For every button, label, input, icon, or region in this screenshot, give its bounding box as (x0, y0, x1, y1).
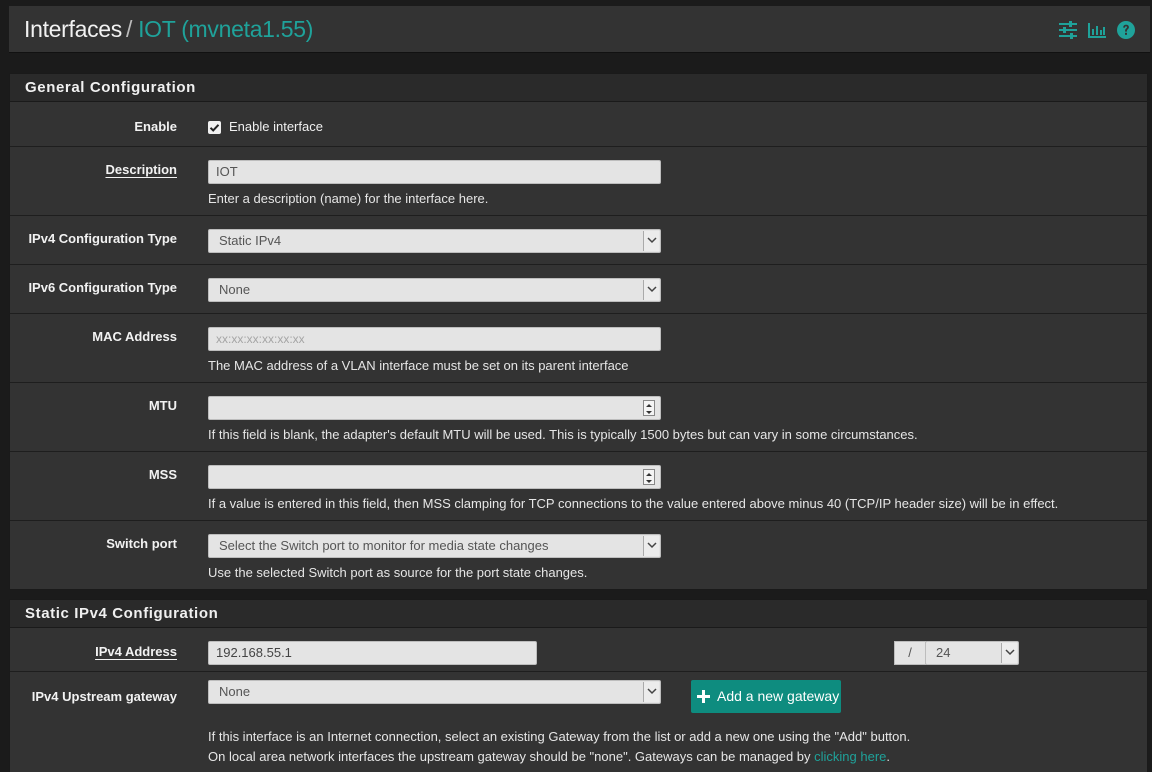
chevron-down-icon (1001, 643, 1017, 663)
row-mss: MSS If a value is entered in this field,… (10, 452, 1147, 521)
chevron-down-icon (643, 280, 659, 300)
row-ipv4-gateway: IPv4 Upstream gateway None Add a new gat… (10, 672, 1147, 772)
mss-input[interactable] (208, 465, 661, 489)
ipv4-gateway-value: None (219, 684, 251, 699)
ipv6-type-value: None (219, 282, 251, 297)
panel-title: Static IPv4 Configuration (10, 600, 1147, 628)
page-header: Interfaces / IOT (mvneta1.55) (9, 6, 1150, 53)
mac-address-input[interactable]: xx:xx:xx:xx:xx:xx (208, 327, 661, 351)
mss-control: If a value is entered in this field, the… (208, 452, 1147, 520)
ipv4-type-control: Static IPv4 (208, 216, 1147, 264)
row-switch-port: Switch port Select the Switch port to mo… (10, 521, 1147, 589)
ipv4-gateway-control: None Add a new gateway If this interface… (208, 672, 1147, 772)
ipv4-gateway-help-2-suffix: . (886, 749, 891, 764)
panel-title: General Configuration (10, 74, 1147, 102)
chevron-down-icon (643, 231, 659, 251)
general-configuration-panel: General Configuration Enable Enable inte… (9, 73, 1148, 590)
sliders-icon[interactable] (1058, 20, 1078, 40)
enable-checkbox[interactable] (208, 121, 221, 134)
ipv4-gateway-help-2-prefix: On local area network interfaces the ups… (208, 749, 815, 764)
switch-port-select[interactable]: Select the Switch port to monitor for me… (208, 534, 661, 558)
switch-port-label: Switch port (106, 536, 177, 551)
description-control: IOT Enter a description (name) for the i… (208, 147, 1147, 215)
chevron-down-icon (643, 536, 659, 556)
ipv4-address-input[interactable]: 192.168.55.1 (208, 641, 537, 665)
checkmark-icon (209, 124, 220, 132)
description-help: Enter a description (name) for the inter… (208, 191, 489, 206)
bar-chart-icon[interactable] (1087, 20, 1107, 40)
ipv4-gateway-label: IPv4 Upstream gateway (31, 689, 177, 704)
ipv6-type-label: IPv6 Configuration Type (28, 280, 177, 295)
mtu-input[interactable] (208, 396, 661, 420)
breadcrumb-interfaces[interactable]: Interfaces (24, 16, 122, 42)
header-icons (1058, 20, 1136, 40)
manage-gateways-link[interactable]: clicking here (814, 749, 886, 764)
enable-label: Enable (134, 119, 177, 134)
static-ipv4-panel: Static IPv4 Configuration IPv4 Address 1… (9, 599, 1148, 772)
switch-port-help: Use the selected Switch port as source f… (208, 565, 588, 580)
mss-help: If a value is entered in this field, the… (208, 496, 1059, 511)
ipv4-gateway-help-2: On local area network interfaces the ups… (208, 749, 890, 764)
chevron-down-icon (643, 682, 659, 702)
row-enable: Enable Enable interface (10, 102, 1147, 147)
description-label[interactable]: Description (105, 162, 177, 177)
row-mac-address: MAC Address xx:xx:xx:xx:xx:xx The MAC ad… (10, 314, 1147, 383)
mac-address-help: The MAC address of a VLAN interface must… (208, 358, 629, 373)
enable-checkbox-label[interactable]: Enable interface (229, 119, 323, 134)
ipv6-type-select[interactable]: None (208, 278, 661, 302)
plus-icon (697, 690, 710, 703)
ipv4-address-label[interactable]: IPv4 Address (95, 644, 177, 659)
ipv4-gateway-help-1: If this interface is an Internet connect… (208, 729, 911, 744)
breadcrumb-current[interactable]: IOT (mvneta1.55) (138, 16, 313, 42)
ipv4-gateway-select[interactable]: None (208, 680, 661, 704)
add-gateway-label: Add a new gateway (717, 688, 840, 704)
mac-address-label: MAC Address (92, 329, 177, 344)
cidr-value: 24 (936, 645, 951, 660)
breadcrumb-separator: / (126, 16, 133, 42)
description-input[interactable]: IOT (208, 160, 661, 184)
ipv6-type-control: None (208, 265, 1147, 313)
add-gateway-button[interactable]: Add a new gateway (691, 680, 841, 713)
breadcrumb: Interfaces / IOT (mvneta1.55) (24, 16, 313, 43)
help-icon[interactable] (1116, 20, 1136, 40)
row-description: Description IOT Enter a description (nam… (10, 147, 1147, 216)
row-ipv6-type: IPv6 Configuration Type None (10, 265, 1147, 314)
spinner-arrows-icon[interactable] (643, 469, 655, 485)
ipv4-type-label: IPv4 Configuration Type (28, 231, 177, 246)
cidr-slash: / (894, 641, 926, 665)
ipv4-address-control: 192.168.55.1 / 24 (208, 628, 1147, 671)
cidr-select[interactable]: 24 (925, 641, 1019, 665)
mtu-label: MTU (148, 398, 177, 413)
ipv4-type-value: Static IPv4 (219, 233, 282, 248)
switch-port-value: Select the Switch port to monitor for me… (219, 538, 549, 553)
spinner-arrows-icon[interactable] (643, 400, 655, 416)
ipv4-type-select[interactable]: Static IPv4 (208, 229, 661, 253)
row-mtu: MTU If this field is blank, the adapter'… (10, 383, 1147, 452)
switch-port-control: Select the Switch port to monitor for me… (208, 521, 1147, 589)
row-ipv4-address: IPv4 Address 192.168.55.1 / 24 (10, 628, 1147, 672)
row-ipv4-type: IPv4 Configuration Type Static IPv4 (10, 216, 1147, 265)
mss-label: MSS (148, 467, 177, 482)
mac-address-control: xx:xx:xx:xx:xx:xx The MAC address of a V… (208, 314, 1147, 382)
mtu-control: If this field is blank, the adapter's de… (208, 383, 1147, 451)
mtu-help: If this field is blank, the adapter's de… (208, 427, 918, 442)
enable-control: Enable interface (208, 102, 1147, 146)
